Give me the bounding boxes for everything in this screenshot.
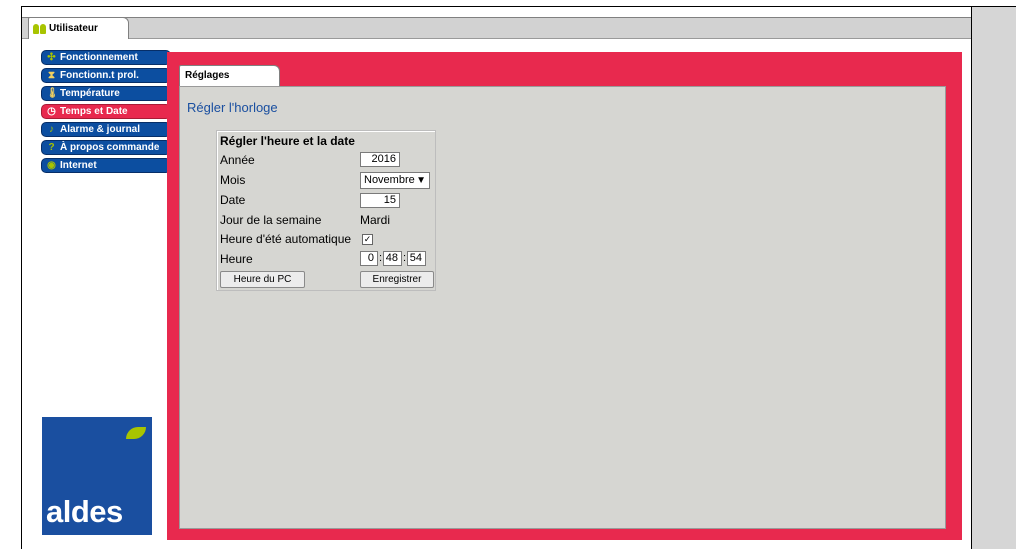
- sidebar-item-a-propos[interactable]: ? À propos commande: [41, 140, 171, 155]
- sidebar-item-label: Internet: [60, 160, 97, 171]
- main-panel: Réglages Régler l'horloge Régler l'heure…: [167, 52, 962, 540]
- month-select-value: Novembre: [364, 174, 415, 186]
- dst-label: Heure d'été automatique: [220, 232, 352, 246]
- hourglass-icon: ⧗: [47, 69, 56, 81]
- sidebar-item-label: Température: [60, 88, 120, 99]
- sidebar-nav: ✣ Fonctionnement ⧗ Fonctionn.t prol. 🌡 T…: [41, 50, 171, 176]
- tab-reglages[interactable]: Réglages: [179, 65, 280, 87]
- sidebar-item-label: À propos commande: [60, 142, 160, 153]
- settings-content: Régler l'horloge Régler l'heure et la da…: [179, 86, 946, 529]
- sidebar-item-label: Alarme & journal: [60, 124, 141, 135]
- seconds-input[interactable]: 54: [407, 251, 426, 266]
- aldes-logo: aldes: [42, 417, 152, 535]
- leaf-icon: [126, 427, 146, 439]
- chevron-down-icon: ▼: [416, 175, 426, 186]
- year-input[interactable]: 2016: [360, 152, 400, 167]
- sidebar-item-label: Fonctionn.t prol.: [60, 70, 139, 81]
- form-heading: Régler l'heure et la date: [220, 134, 355, 148]
- time-label: Heure: [220, 252, 253, 266]
- question-icon: ?: [48, 141, 55, 153]
- save-button[interactable]: Enregistrer: [360, 271, 434, 288]
- sidebar-item-label: Temps et Date: [60, 106, 128, 117]
- time-separator: :: [403, 252, 407, 264]
- tab-utilisateur[interactable]: Utilisateur: [28, 17, 129, 39]
- month-select[interactable]: Novembre ▼: [360, 172, 430, 189]
- users-icon: [33, 23, 46, 34]
- app-frame: Utilisateur ✣ Fonctionnement ⧗ Fonctionn…: [21, 6, 972, 549]
- weekday-value: Mardi: [360, 213, 391, 227]
- sidebar-item-fonctionnement-prolonge[interactable]: ⧗ Fonctionn.t prol.: [41, 68, 171, 83]
- sidebar-item-internet[interactable]: ◉ Internet: [41, 158, 171, 173]
- month-label: Mois: [220, 173, 246, 187]
- globe-icon: ◉: [47, 159, 56, 171]
- thermometer-icon: 🌡: [46, 87, 59, 99]
- time-separator: :: [379, 252, 383, 264]
- tab-utilisateur-label: Utilisateur: [49, 23, 98, 34]
- top-tab-bar: [22, 17, 971, 39]
- right-margin-strip: [972, 6, 1016, 549]
- hours-input[interactable]: 0: [360, 251, 378, 266]
- sidebar-item-alarme-journal[interactable]: ♪ Alarme & journal: [41, 122, 171, 137]
- sidebar-item-temperature[interactable]: 🌡 Température: [41, 86, 171, 101]
- sidebar-item-fonctionnement[interactable]: ✣ Fonctionnement: [41, 50, 171, 65]
- sidebar-item-label: Fonctionnement: [60, 52, 138, 63]
- pc-time-button[interactable]: Heure du PC: [220, 271, 305, 288]
- dst-checkbox[interactable]: ✓: [362, 234, 373, 245]
- bell-icon: ♪: [49, 123, 54, 135]
- date-input[interactable]: 15: [360, 193, 400, 208]
- clock-form: Régler l'heure et la date Année 2016 Moi…: [216, 130, 436, 291]
- weekday-label: Jour de la semaine: [220, 213, 322, 227]
- date-label: Date: [220, 193, 246, 207]
- clock-icon: ◷: [47, 105, 56, 117]
- page-title: Régler l'horloge: [187, 100, 278, 115]
- sidebar-item-temps-et-date[interactable]: ◷ Temps et Date: [41, 104, 171, 119]
- logo-text: aldes: [46, 494, 123, 529]
- fan-icon: ✣: [47, 51, 56, 63]
- minutes-input[interactable]: 48: [383, 251, 402, 266]
- year-label: Année: [220, 153, 255, 167]
